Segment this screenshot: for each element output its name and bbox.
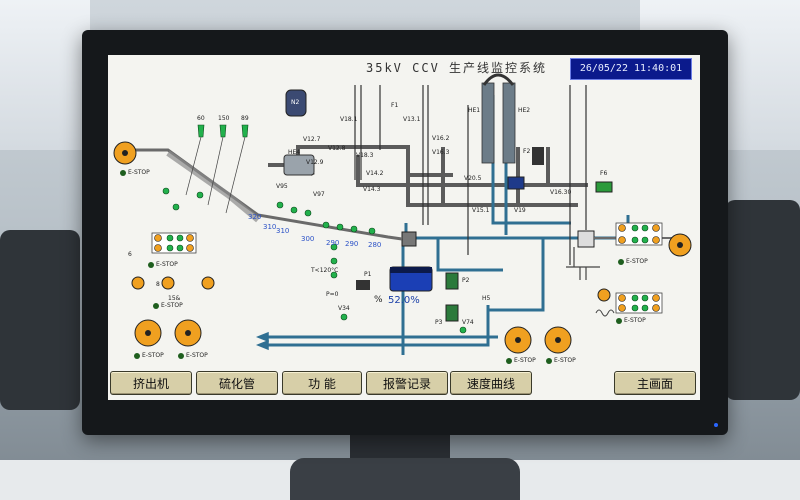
- flow-arrows: [255, 331, 269, 351]
- estop-4[interactable]: E-STOP: [134, 352, 164, 359]
- estop-indicator-icon: [616, 317, 622, 324]
- estop-indicator-icon: [134, 352, 140, 359]
- label-v12-8: V12.8: [328, 145, 346, 152]
- estop-indicator-icon: [148, 261, 154, 268]
- label-v18-3: V18.3: [356, 152, 374, 159]
- extruder-button[interactable]: 挤出机: [110, 371, 192, 395]
- speed-curve-button[interactable]: 速度曲线: [450, 371, 532, 395]
- background-window-left: [0, 0, 90, 150]
- temp-290b: 290: [345, 240, 359, 248]
- label-gauge-89: 89: [241, 115, 249, 122]
- label-v16-2: V16.2: [432, 135, 450, 142]
- label-n2: N2: [291, 99, 300, 106]
- pump-p1: [356, 280, 370, 290]
- pump-p2: [445, 272, 459, 290]
- label-he2: HE2: [518, 107, 531, 114]
- label-v34: V34: [338, 305, 350, 312]
- junction-box-center: [401, 231, 417, 247]
- estop-indicator-icon: [120, 169, 126, 176]
- status-indicators: [162, 187, 649, 334]
- tension-stand: [566, 247, 600, 280]
- estop-indicator-icon: [546, 357, 552, 364]
- label-f2: F2: [523, 148, 531, 155]
- estop-1[interactable]: E-STOP: [120, 169, 150, 176]
- cable-extruder: [166, 150, 260, 223]
- temp-300: 300: [301, 235, 315, 243]
- label-v20-5: V20.5: [464, 175, 482, 182]
- label-v16-30: V16.30: [550, 189, 572, 196]
- main-screen-button[interactable]: 主画面: [614, 371, 696, 395]
- label-he4: HE4: [288, 149, 301, 156]
- label-v18-1: V18.1: [340, 116, 358, 123]
- estop-2[interactable]: E-STOP: [148, 261, 178, 268]
- temp-280: 280: [368, 241, 382, 249]
- monitor-stand-base: [290, 458, 520, 500]
- label-v14-3: V14.3: [363, 186, 381, 193]
- label-v95: V95: [276, 183, 288, 190]
- estop-3[interactable]: E-STOP: [153, 302, 183, 309]
- label-v97: V97: [313, 191, 325, 198]
- label-h5: H5: [482, 295, 491, 302]
- estop-5[interactable]: E-STOP: [178, 352, 208, 359]
- estop-8[interactable]: E-STOP: [506, 357, 536, 364]
- label-v12-9: V12.9: [306, 159, 324, 166]
- estop-indicator-icon: [178, 352, 184, 359]
- label-p1: P1: [364, 271, 372, 278]
- vulcanizing-tube-button[interactable]: 硫化管: [196, 371, 278, 395]
- label-v14-2: V14.2: [366, 170, 384, 177]
- temp-290a: 290: [326, 239, 340, 247]
- motor-v19: [507, 176, 525, 190]
- label-s6: 6: [128, 251, 132, 258]
- label-p0: P=0: [326, 291, 339, 298]
- hmi-screen: 35kV CCV 生产线监控系统 26/05/22 11:40:01 N2 60…: [108, 55, 700, 400]
- label-v74: V74: [462, 319, 474, 326]
- estop-6[interactable]: E-STOP: [618, 258, 648, 265]
- label-gauge-60: 60: [197, 115, 205, 122]
- level-percent: 52.0%: [388, 295, 420, 306]
- label-v12-7: V12.7: [303, 136, 321, 143]
- label-v15-1: V15.1: [472, 207, 490, 214]
- estop-indicator-icon: [506, 357, 512, 364]
- power-led-icon: [714, 423, 718, 427]
- filter-f6: [595, 181, 613, 193]
- label-v16-3: V16.3: [432, 149, 450, 156]
- label-gauge-150: 150: [218, 115, 230, 122]
- label-p3: P3: [435, 319, 443, 326]
- temp-310a: 310: [263, 223, 277, 231]
- level-tank-top: [390, 267, 432, 273]
- filter-f2: [532, 147, 544, 165]
- label-f6: F6: [600, 170, 608, 177]
- temp-320: 320: [248, 213, 262, 221]
- he1-he2-exchanger: [481, 73, 516, 164]
- junction-box-right: [577, 230, 595, 248]
- gauge-sensors: [197, 124, 249, 138]
- accumulator-wave: [595, 309, 615, 317]
- temp-310b: 310: [276, 227, 290, 235]
- estop-indicator-icon: [153, 302, 159, 309]
- pump-p3: [445, 304, 459, 322]
- label-v19: V19: [514, 207, 526, 214]
- percent-sign: %: [374, 295, 383, 305]
- label-f1: F1: [391, 102, 399, 109]
- label-t120: T<120°C: [311, 267, 339, 274]
- estop-7[interactable]: E-STOP: [616, 317, 646, 324]
- estop-9[interactable]: E-STOP: [546, 357, 576, 364]
- background-chair-right: [725, 200, 800, 400]
- background-chair-left: [0, 230, 80, 410]
- estop-indicator-icon: [618, 258, 624, 265]
- process-diagram: [113, 73, 692, 355]
- label-v13-1: V13.1: [403, 116, 421, 123]
- label-he1: HE1: [468, 107, 481, 114]
- label-s8: 8: [156, 281, 160, 288]
- label-s15: 15&: [168, 295, 181, 302]
- alarm-log-button[interactable]: 报警记录: [366, 371, 448, 395]
- label-p2: P2: [462, 277, 470, 284]
- function-button[interactable]: 功 能: [282, 371, 362, 395]
